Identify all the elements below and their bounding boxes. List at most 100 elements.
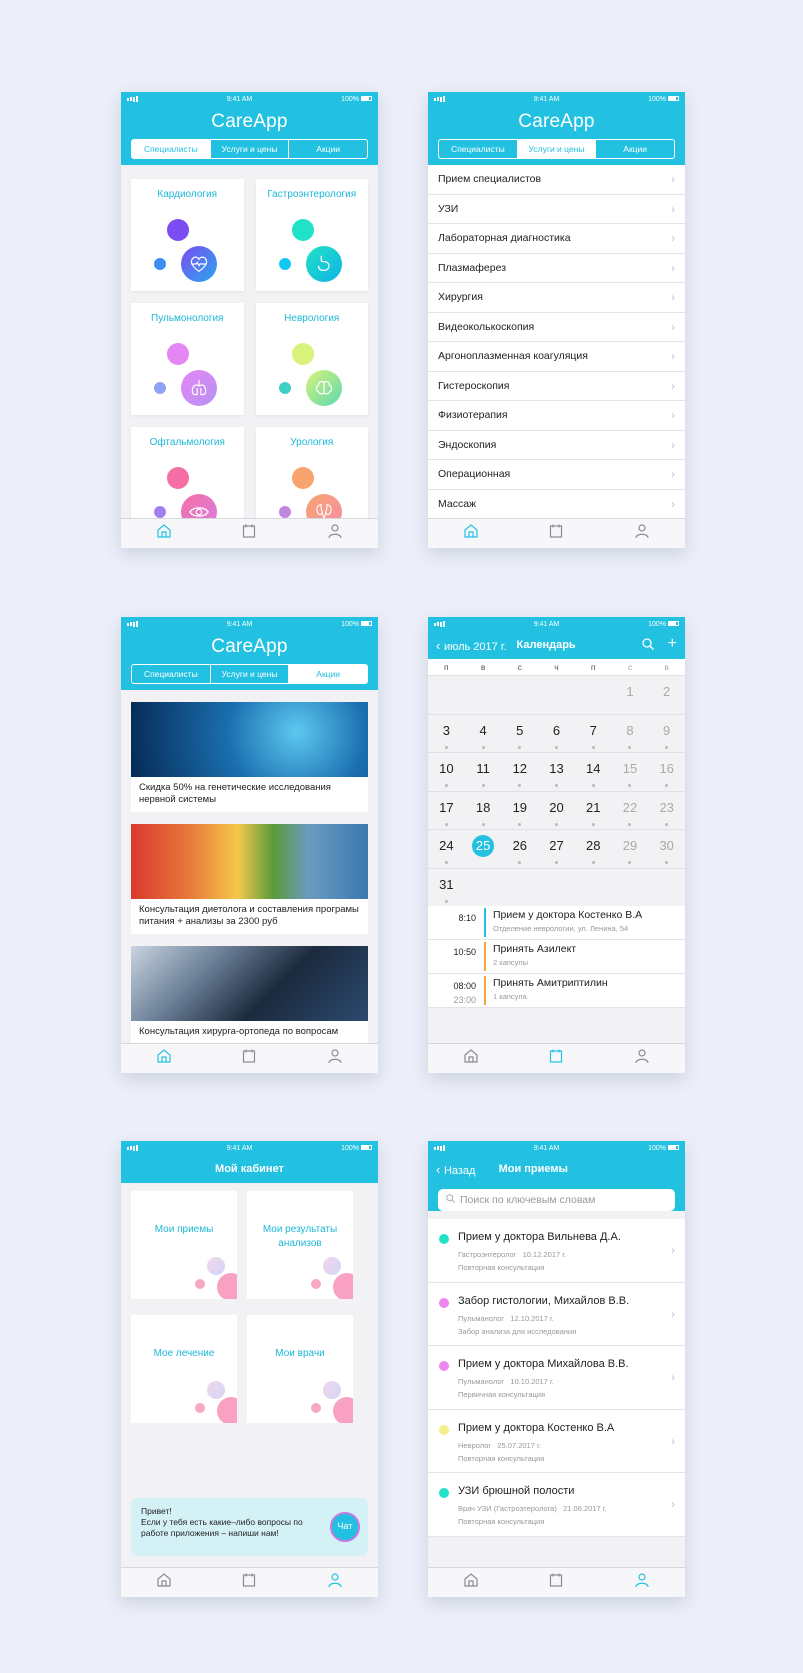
calendar-day[interactable]: 17 xyxy=(428,792,465,830)
tab-services[interactable]: Услуги и цены xyxy=(209,665,289,683)
segment-control[interactable]: Специалисты Услуги и цены Акции xyxy=(131,139,368,159)
promo-card[interactable]: Консультация диетолога и составления про… xyxy=(131,823,368,934)
service-item[interactable]: Плазмаферез › xyxy=(428,254,685,283)
calendar-day[interactable]: 30 xyxy=(648,830,685,868)
promo-card[interactable]: Скидка 50% на генетические исследования … xyxy=(131,702,368,812)
service-item[interactable]: Лабораторная диагностика › xyxy=(428,224,685,254)
calendar-day[interactable]: 24 xyxy=(428,830,465,868)
appointment-item[interactable]: Прием у доктора Костенко В.А Невролог 25.… xyxy=(428,1409,685,1473)
tab-calendar[interactable] xyxy=(241,1573,257,1591)
search-icon[interactable] xyxy=(641,637,654,653)
cabinet-tile[interactable]: Мои результаты анализов xyxy=(247,1191,353,1299)
service-item[interactable]: Гистероскопия › xyxy=(428,372,685,401)
calendar-day[interactable]: 2 xyxy=(648,676,685,714)
calendar-day[interactable]: 13 xyxy=(538,753,575,791)
tab-promos[interactable]: Акции xyxy=(288,140,367,158)
segment-control[interactable]: Специалисты Услуги и цены Акции xyxy=(438,139,675,159)
tab-calendar[interactable] xyxy=(241,1049,257,1067)
cabinet-tile[interactable]: Мое лечение xyxy=(131,1315,237,1423)
service-item[interactable]: Физиотерапия › xyxy=(428,401,685,431)
tab-profile[interactable] xyxy=(634,1049,650,1067)
calendar-day[interactable]: 8 xyxy=(612,715,649,753)
tab-profile[interactable] xyxy=(634,1573,650,1591)
tab-home[interactable] xyxy=(463,524,479,542)
calendar-day[interactable]: 25 xyxy=(465,830,502,868)
promo-card[interactable]: Консультация хирурга-ортопеда по вопроса… xyxy=(131,945,368,1044)
calendar-day[interactable]: 28 xyxy=(575,830,612,868)
chat-banner[interactable]: Привет! Если у тебя есть какие–либо вопр… xyxy=(131,1498,368,1556)
cabinet-tile[interactable]: Мои врачи xyxy=(247,1315,353,1423)
calendar-day[interactable]: 14 xyxy=(575,753,612,791)
tab-services[interactable]: Услуги и цены xyxy=(516,140,596,158)
calendar-day[interactable]: 31 xyxy=(428,869,465,907)
calendar-day[interactable]: 11 xyxy=(465,753,502,791)
tab-promos[interactable]: Акции xyxy=(595,140,674,158)
tab-specialists[interactable]: Специалисты xyxy=(439,140,517,158)
calendar-day[interactable]: 26 xyxy=(501,830,538,868)
calendar-day[interactable]: 22 xyxy=(612,792,649,830)
tab-profile[interactable] xyxy=(327,524,343,542)
calendar-day[interactable]: 3 xyxy=(428,715,465,753)
back-button[interactable]: ‹ июль 2017 г. xyxy=(436,638,507,653)
calendar-day[interactable]: 10 xyxy=(428,753,465,791)
appointment-item[interactable]: Прием у доктора Вильнева Д.А. Гастроэнтер… xyxy=(428,1219,685,1283)
calendar-event[interactable]: 8:10 Прием у доктора Костенко В.А Отделени… xyxy=(428,906,685,940)
service-item[interactable]: Хирургия › xyxy=(428,283,685,313)
specialty-card[interactable]: Неврология xyxy=(255,303,368,415)
tab-profile[interactable] xyxy=(327,1573,343,1591)
calendar-day[interactable]: 15 xyxy=(612,753,649,791)
specialty-card[interactable]: Гастроэнтерология xyxy=(255,179,368,291)
tab-home[interactable] xyxy=(156,1049,172,1067)
tab-specialists[interactable]: Специалисты xyxy=(132,140,210,158)
service-item[interactable]: Эндоскопия › xyxy=(428,431,685,460)
tab-calendar[interactable] xyxy=(548,1049,564,1067)
calendar-day[interactable]: 27 xyxy=(538,830,575,868)
calendar-day[interactable]: 16 xyxy=(648,753,685,791)
service-item[interactable]: Прием специалистов › xyxy=(428,165,685,195)
tab-home[interactable] xyxy=(463,1049,479,1067)
calendar-day[interactable]: 4 xyxy=(465,715,502,753)
calendar-event[interactable]: 10:50 Принять Азилект 2 капсулы xyxy=(428,940,685,974)
tab-home[interactable] xyxy=(156,1573,172,1591)
search-input[interactable]: Поиск по ключевым словам xyxy=(438,1189,675,1211)
calendar-day[interactable]: 29 xyxy=(612,830,649,868)
tab-services[interactable]: Услуги и цены xyxy=(209,140,289,158)
tab-calendar[interactable] xyxy=(241,524,257,542)
appointment-item[interactable]: Прием у доктора Михайлова В.В. Пульманоло… xyxy=(428,1346,685,1410)
calendar-day[interactable]: 5 xyxy=(501,715,538,753)
service-item[interactable]: УЗИ › xyxy=(428,195,685,224)
calendar-day[interactable]: 20 xyxy=(538,792,575,830)
calendar-day[interactable]: 18 xyxy=(465,792,502,830)
calendar-event[interactable]: 08:00 23:00 Принять Амитриптилин 1 капсула xyxy=(428,974,685,1008)
service-item[interactable]: Операционная › xyxy=(428,460,685,490)
tab-promos[interactable]: Акции xyxy=(288,665,367,683)
tab-calendar[interactable] xyxy=(548,524,564,542)
appointment-item[interactable]: УЗИ брюшной полости Врач УЗИ (Гастроэтеро… xyxy=(428,1473,685,1537)
tab-specialists[interactable]: Специалисты xyxy=(132,665,210,683)
chat-button[interactable]: Чат xyxy=(330,1512,360,1542)
plus-icon[interactable]: + xyxy=(668,635,677,653)
calendar-day[interactable]: 7 xyxy=(575,715,612,753)
specialty-card[interactable]: Пульмонология xyxy=(131,303,244,415)
cabinet-tile[interactable]: Мои приемы xyxy=(131,1191,237,1299)
back-button[interactable]: ‹ Назад xyxy=(436,1162,475,1177)
calendar-day[interactable]: 21 xyxy=(575,792,612,830)
tab-home[interactable] xyxy=(463,1573,479,1591)
calendar-day[interactable]: 23 xyxy=(648,792,685,830)
tab-profile[interactable] xyxy=(634,524,650,542)
service-item[interactable]: Видеоколькоскопия › xyxy=(428,313,685,342)
tab-home[interactable] xyxy=(156,524,172,542)
appointment-meta: Невролог 25.07.2017 г. xyxy=(458,1440,541,1450)
specialty-card[interactable]: Кардиология xyxy=(131,179,244,291)
calendar-day[interactable]: 9 xyxy=(648,715,685,753)
tab-calendar[interactable] xyxy=(548,1573,564,1591)
service-item[interactable]: Массаж › xyxy=(428,490,685,519)
calendar-day[interactable]: 6 xyxy=(538,715,575,753)
calendar-day[interactable]: 1 xyxy=(612,676,649,714)
appointment-item[interactable]: Забор гистологии, Михайлов В.В. Пульманол… xyxy=(428,1282,685,1346)
segment-control[interactable]: Специалисты Услуги и цены Акции xyxy=(131,664,368,684)
service-item[interactable]: Аргоноплазменная коагуляция › xyxy=(428,342,685,372)
calendar-day[interactable]: 12 xyxy=(501,753,538,791)
tab-profile[interactable] xyxy=(327,1049,343,1067)
calendar-day[interactable]: 19 xyxy=(501,792,538,830)
